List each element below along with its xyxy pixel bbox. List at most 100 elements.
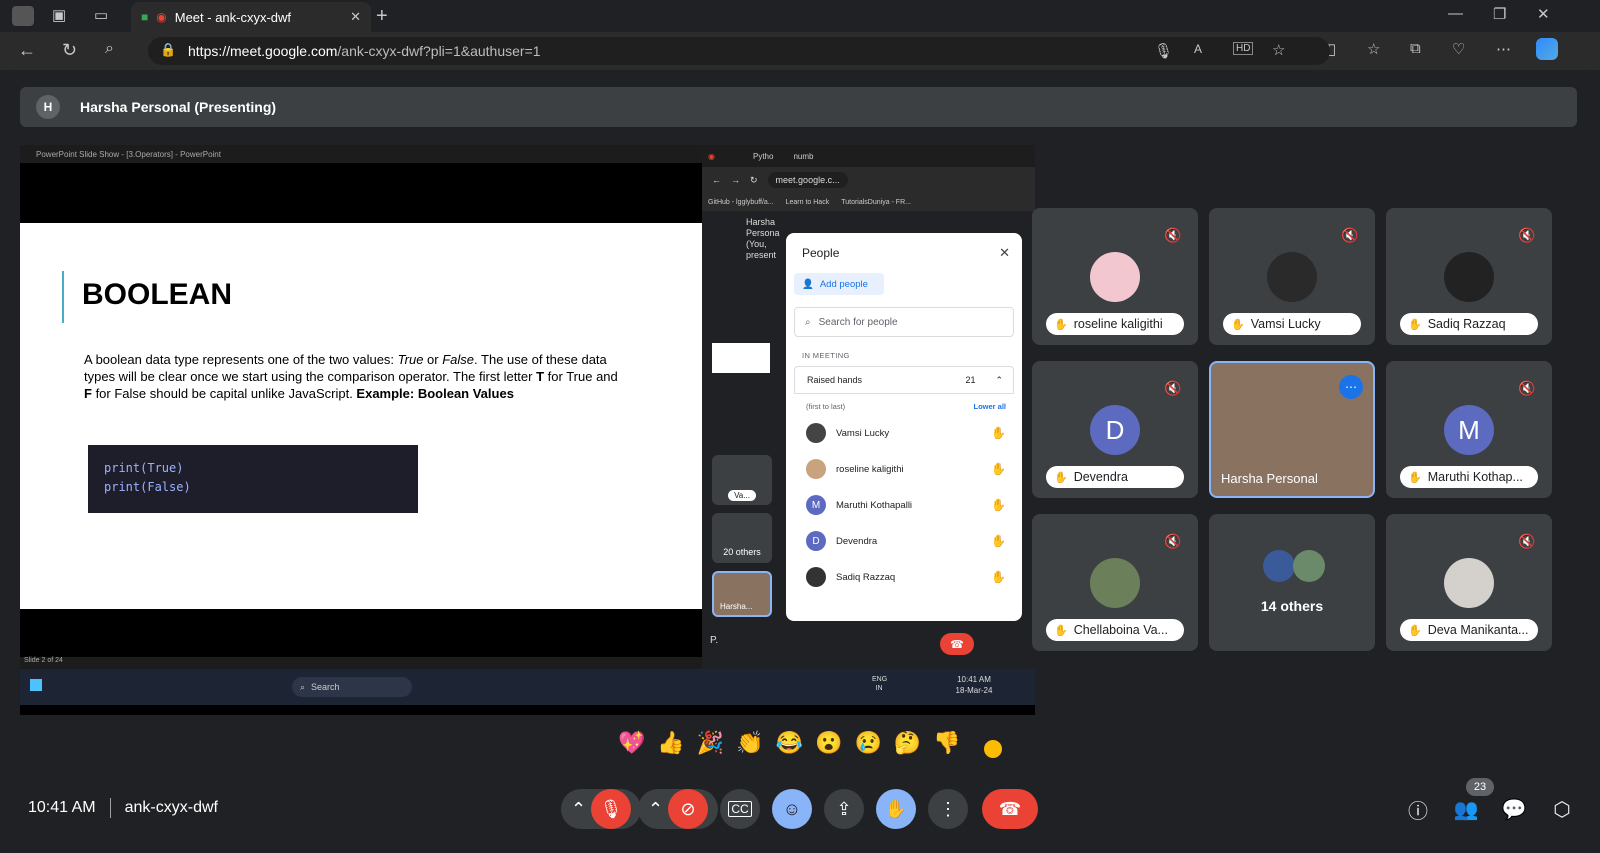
present-button[interactable]: ⇪: [824, 789, 864, 829]
participant-tile[interactable]: 🔇 M ✋ Maruthi Kothap...: [1386, 361, 1552, 498]
reaction-emoji[interactable]: 👍: [657, 730, 684, 756]
reaction-emoji[interactable]: 😮: [815, 730, 842, 756]
reaction-emoji[interactable]: 👏: [736, 730, 763, 756]
people-list-item[interactable]: Sadiq Razzaq ✋: [786, 559, 1022, 595]
inner-url[interactable]: meet.google.c...: [767, 172, 848, 188]
raised-hand-icon: ✋: [1408, 471, 1422, 484]
raise-hand-button[interactable]: ✋: [876, 789, 916, 829]
bookmark[interactable]: GitHub - lgglybuff/a...: [708, 199, 774, 206]
address-bar[interactable]: 🔒 https://meet.google.com/ank-cxyx-dwf?p…: [148, 37, 1330, 65]
people-list-item[interactable]: roseline kaligithi ✋: [786, 451, 1022, 487]
start-icon[interactable]: [30, 679, 42, 691]
participant-tile[interactable]: 🔇 ✋ Vamsi Lucky: [1209, 208, 1375, 345]
more-options-button[interactable]: ⋮: [928, 789, 968, 829]
taskbar-search-label: Search: [311, 682, 340, 692]
participant-tile[interactable]: ⋯ Harsha Personal: [1209, 361, 1375, 498]
emoji-icon: ☺: [782, 798, 802, 819]
taskbar-search[interactable]: ⌕ Search: [292, 677, 412, 697]
meeting-info: 10:41 AM ank-cxyx-dwf: [28, 798, 218, 818]
taskbar-lang[interactable]: ENG IN: [872, 675, 887, 693]
reaction-emoji[interactable]: 👎: [933, 730, 960, 756]
favorites-icon[interactable]: ☆: [1367, 40, 1380, 58]
reaction-emoji[interactable]: 🤔: [894, 730, 921, 756]
search-icon[interactable]: ⌕: [105, 40, 114, 58]
inner-tile: Va...: [712, 455, 772, 505]
people-list-item[interactable]: D Devendra ✋: [786, 523, 1022, 559]
lower-all-button[interactable]: Lower all: [973, 402, 1006, 411]
reaction-emoji[interactable]: 😂: [776, 730, 803, 756]
raised-hand-icon: ✋: [1408, 624, 1422, 637]
raised-hand-icon: ✋: [991, 426, 1006, 440]
avatar: D: [1090, 405, 1140, 455]
reactions-button[interactable]: ☺: [772, 789, 812, 829]
microphone-off-button[interactable]: 🎙: [591, 789, 631, 829]
reload-icon[interactable]: ↻: [62, 40, 77, 61]
microphone-icon[interactable]: 🎙: [1154, 42, 1173, 60]
people-search-input[interactable]: ⌕ Search for people: [794, 307, 1014, 337]
people-list-item[interactable]: M Maruthi Kothapalli ✋: [786, 487, 1022, 523]
close-icon[interactable]: ✕: [999, 245, 1010, 261]
participant-tile[interactable]: 🔇 ✋ Sadiq Razzaq: [1386, 208, 1552, 345]
captions-button[interactable]: CC: [720, 789, 760, 829]
reaction-emoji[interactable]: 😢: [854, 730, 881, 756]
skin-tone-icon[interactable]: [982, 738, 1004, 760]
leave-call-button[interactable]: ☎: [982, 789, 1038, 829]
participant-tile[interactable]: 14 others: [1209, 514, 1375, 651]
reaction-emoji[interactable]: 💖: [618, 730, 645, 756]
participant-tile[interactable]: 🔇 ✋ Chellaboina Va...: [1032, 514, 1198, 651]
favorite-star-icon[interactable]: ☆: [1272, 41, 1285, 59]
recording-icon: ◉: [708, 151, 715, 161]
maximize-icon[interactable]: ❐: [1493, 5, 1506, 23]
read-aloud-icon[interactable]: A: [1194, 42, 1202, 56]
inner-tab[interactable]: numb: [793, 152, 813, 161]
avatar: D: [806, 531, 826, 551]
copilot-icon[interactable]: [1536, 38, 1558, 60]
bookmark[interactable]: TutorialsDuniya - FR...: [841, 199, 911, 206]
hd-icon[interactable]: HD: [1233, 42, 1254, 55]
add-people-button[interactable]: 👤 Add people: [794, 273, 884, 295]
tile-name-chip: ✋ Devendra: [1046, 466, 1184, 488]
activities-button[interactable]: ⬡: [1544, 791, 1580, 827]
raised-hands-count: 21: [965, 375, 976, 385]
workspaces-icon[interactable]: ▣: [52, 6, 66, 24]
more-menu-icon[interactable]: ⋯: [1496, 40, 1511, 58]
bookmark[interactable]: Learn to Hack: [786, 199, 830, 206]
raised-hands-header[interactable]: Raised hands 21 ⌃: [794, 366, 1014, 394]
ppt-status-bar: Slide 2 of 24: [20, 657, 702, 669]
people-list-item[interactable]: Vamsi Lucky ✋: [786, 415, 1022, 451]
camera-off-button[interactable]: ⊘: [668, 789, 708, 829]
performance-icon[interactable]: ♡: [1452, 40, 1465, 58]
back-icon[interactable]: ←: [712, 175, 721, 185]
search-placeholder: Search for people: [818, 316, 898, 328]
close-tab-icon[interactable]: ✕: [350, 9, 361, 25]
reaction-emoji[interactable]: 🎉: [697, 730, 724, 756]
mic-off-icon: 🔇: [1164, 379, 1182, 396]
inner-tab[interactable]: Pytho: [753, 152, 773, 161]
raised-hand-icon: ✋: [991, 534, 1006, 548]
chat-button[interactable]: 💬: [1496, 791, 1532, 827]
participant-tile[interactable]: 🔇 D ✋ Devendra: [1032, 361, 1198, 498]
tile-name: Devendra: [1073, 470, 1128, 484]
collections-icon[interactable]: ⧉: [1410, 40, 1421, 57]
slide-accent-bar: [62, 271, 64, 323]
tile-name-chip: ✋ Deva Manikanta...: [1400, 619, 1538, 641]
mic-off-icon: 🔇: [1518, 226, 1536, 243]
people-button[interactable]: 👥: [1448, 791, 1484, 827]
tab-title: Meet - ank-cxyx-dwf: [174, 9, 292, 25]
mic-off-icon: 🔇: [1518, 532, 1536, 549]
reload-icon[interactable]: ↻: [750, 175, 758, 186]
minimize-icon[interactable]: —: [1448, 5, 1463, 22]
tab-meet[interactable]: ■ ◉ Meet - ank-cxyx-dwf ✕: [131, 2, 371, 32]
participant-tile[interactable]: 🔇 ✋ roseline kaligithi: [1032, 208, 1198, 345]
inner-leave-call-icon[interactable]: ☎: [940, 633, 974, 655]
forward-icon[interactable]: →: [731, 175, 740, 185]
tab-actions-icon[interactable]: ▭: [94, 6, 108, 24]
participant-tile[interactable]: 🔇 ✋ Deva Manikanta...: [1386, 514, 1552, 651]
taskbar-clock[interactable]: 10:41 AM 18-Mar-24: [952, 674, 996, 696]
back-icon[interactable]: ←: [18, 40, 36, 61]
profile-icon[interactable]: [12, 6, 34, 26]
close-window-icon[interactable]: ✕: [1537, 5, 1550, 23]
meeting-details-button[interactable]: ⓘ: [1400, 791, 1436, 827]
new-tab-icon[interactable]: +: [376, 5, 388, 28]
order-row: (first to last) Lower all: [786, 394, 1022, 415]
